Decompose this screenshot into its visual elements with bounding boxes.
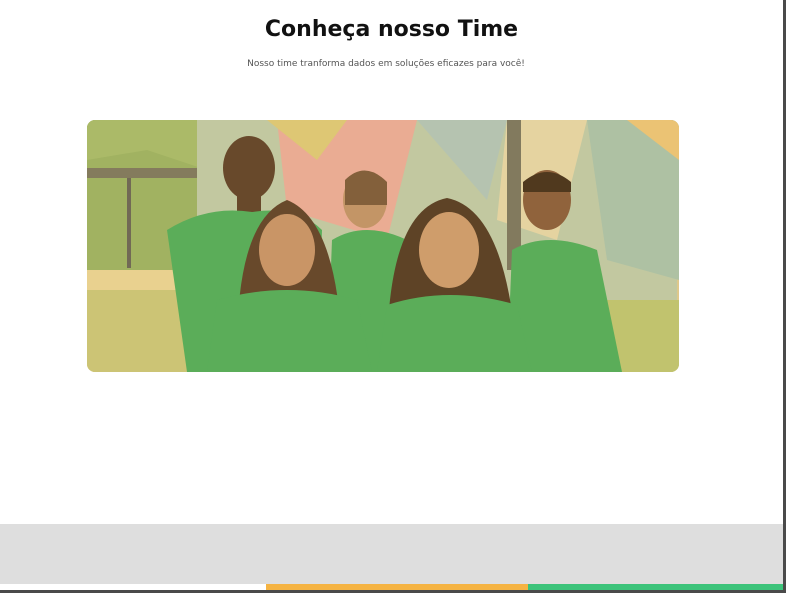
footer-band (0, 524, 783, 584)
team-photo (87, 120, 679, 372)
section-title: Conheça nosso Time (264, 17, 519, 42)
team-photo-illustration (87, 120, 679, 372)
section-subtitle: Nosso time tranforma dados em soluções e… (247, 59, 525, 69)
team-section-page: Conheça nosso Time Nosso time tranforma … (0, 0, 786, 593)
